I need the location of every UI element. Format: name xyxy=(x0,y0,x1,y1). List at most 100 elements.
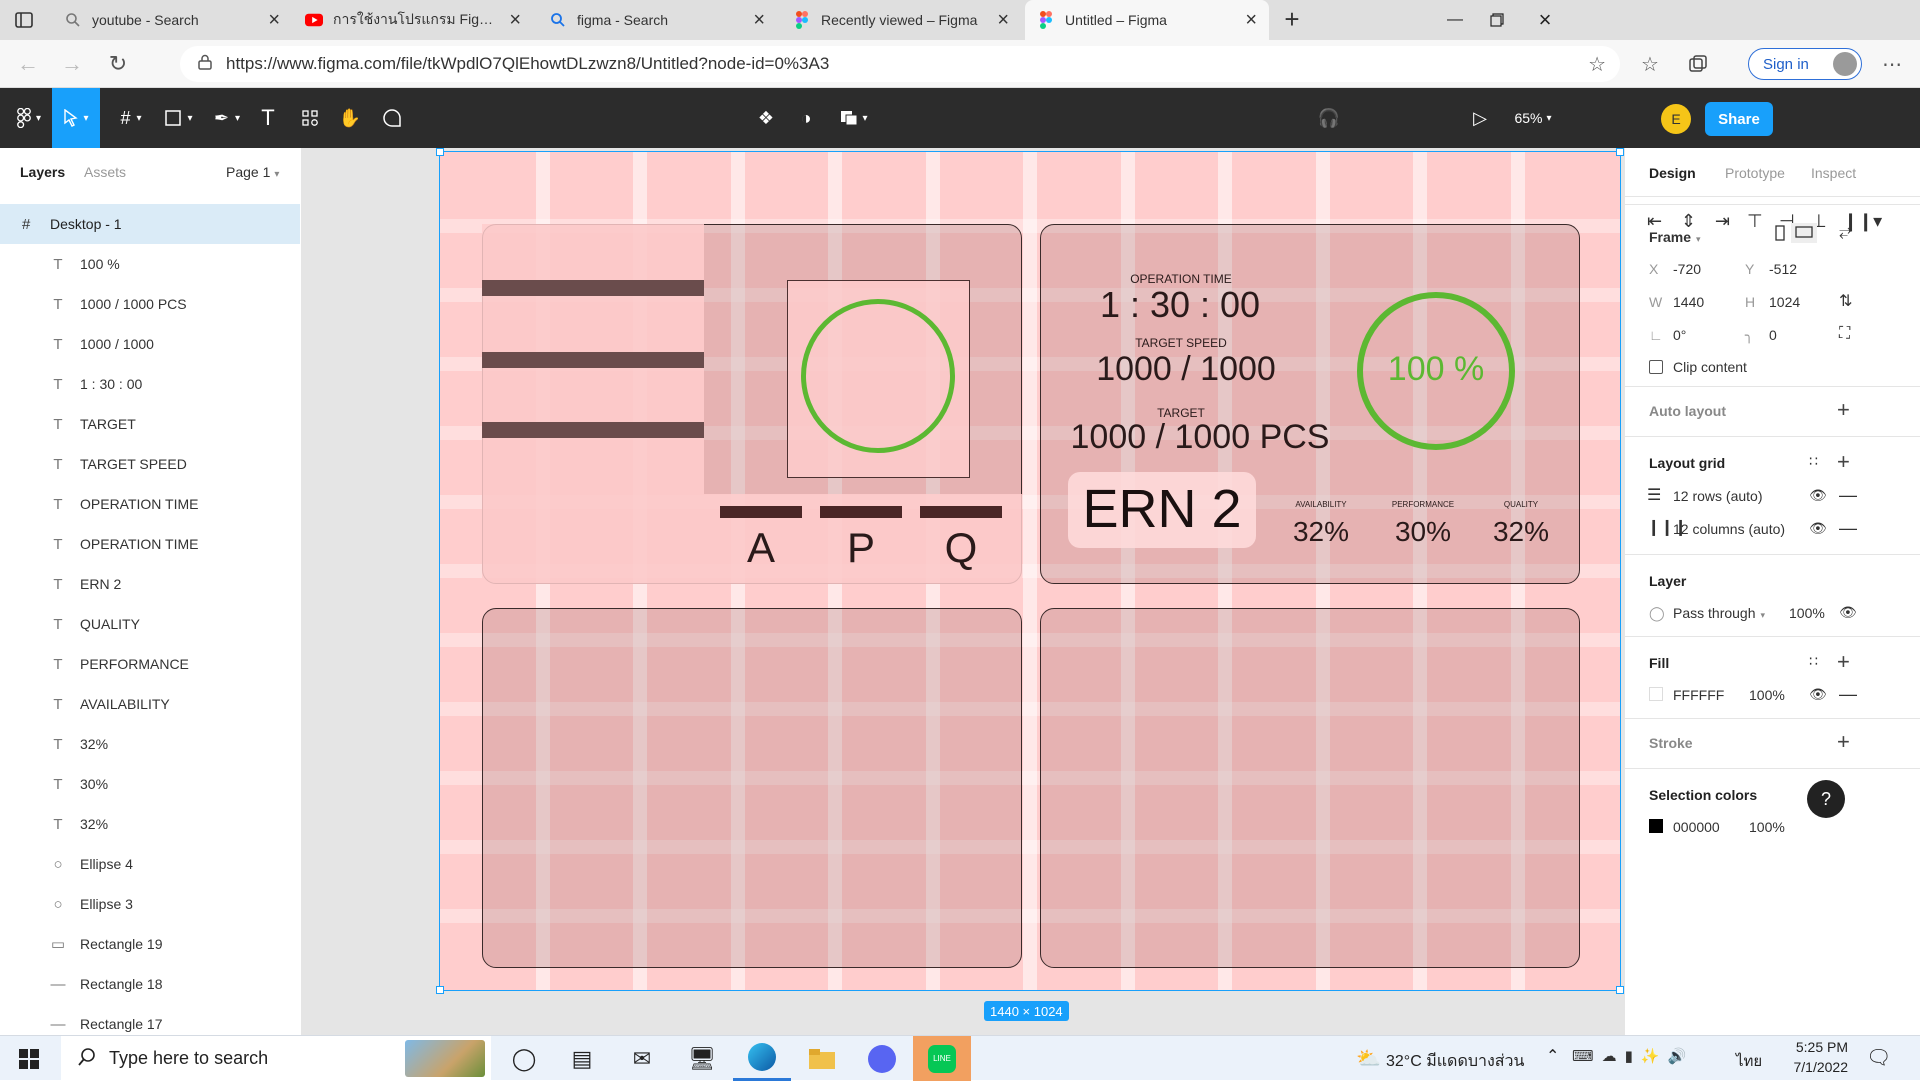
notifications-icon[interactable]: 🗨 xyxy=(1866,1045,1891,1070)
main-menu-icon[interactable]: ▾ xyxy=(6,88,52,148)
tab-inspect[interactable]: Inspect xyxy=(1811,165,1856,181)
language-indicator[interactable]: ไทย xyxy=(1736,1049,1762,1073)
resize-handle-br[interactable] xyxy=(1616,986,1624,994)
close-tab-icon[interactable]: × xyxy=(997,9,1009,32)
w-input[interactable]: 1440 xyxy=(1673,294,1704,310)
weather-text[interactable]: 32°C มีแดดบางส่วน xyxy=(1386,1049,1524,1074)
fill-opacity[interactable]: 100% xyxy=(1749,687,1785,703)
layer-row[interactable]: T AVAILABILITY xyxy=(0,684,300,724)
layer-row[interactable]: T 1000 / 1000 PCS xyxy=(0,284,300,324)
apq-label-a[interactable]: A xyxy=(720,524,802,572)
resize-handle-tr[interactable] xyxy=(1616,148,1624,156)
page-selector[interactable]: Page 1 ▾ xyxy=(226,164,279,180)
task-view-icon[interactable]: ▤ xyxy=(553,1036,611,1081)
fill-hex[interactable]: FFFFFF xyxy=(1673,687,1724,703)
tab-untitled-figma[interactable]: Untitled – Figma × xyxy=(1025,0,1269,40)
favorites-icon[interactable]: ☆ xyxy=(1634,48,1666,80)
text-tool-icon[interactable]: T xyxy=(254,88,282,148)
taskbar-app-icon[interactable]: 🖥 xyxy=(673,1036,731,1081)
layer-row[interactable]: T ERN 2 xyxy=(0,564,300,604)
show-hidden-icons-icon[interactable]: ⌃ xyxy=(1546,1046,1559,1066)
layer-row[interactable]: T TARGET xyxy=(0,404,300,444)
availability-label[interactable]: AVAILABILITY xyxy=(1276,500,1366,509)
add-grid-icon[interactable]: + xyxy=(1837,449,1850,475)
remove-grid-icon[interactable]: — xyxy=(1839,518,1857,539)
eye-icon[interactable]: 👁 xyxy=(1809,520,1827,537)
layer-row[interactable]: T 100 % xyxy=(0,244,300,284)
selection-color-swatch[interactable] xyxy=(1649,819,1663,833)
resize-handle-bl[interactable] xyxy=(436,986,444,994)
selection-opacity[interactable]: 100% xyxy=(1749,819,1785,835)
grid-columns[interactable]: 12 columns (auto) xyxy=(1673,521,1785,537)
share-button[interactable]: Share xyxy=(1705,102,1773,136)
selection-hex[interactable]: 000000 xyxy=(1673,819,1720,835)
layer-row[interactable]: T 32% xyxy=(0,724,300,764)
resize-to-fit-icon[interactable]: ⥂ xyxy=(1839,223,1852,241)
layer-row[interactable]: T 30% xyxy=(0,764,300,804)
remove-fill-icon[interactable]: — xyxy=(1839,684,1857,705)
tab-design[interactable]: Design xyxy=(1649,165,1696,181)
percent-value[interactable]: 100 % xyxy=(1357,350,1515,389)
quality-label[interactable]: QUALITY xyxy=(1476,500,1566,509)
close-tab-icon[interactable]: × xyxy=(509,9,521,32)
frame-tool-icon[interactable]: # ▾ xyxy=(108,88,154,148)
add-favorite-icon[interactable]: ☆ xyxy=(1588,52,1606,77)
layer-row[interactable]: ○ Ellipse 3 xyxy=(0,884,300,924)
layer-row[interactable]: T 32% xyxy=(0,804,300,844)
clock-time[interactable]: 5:25 PM xyxy=(1772,1039,1848,1055)
availability-value[interactable]: 32% xyxy=(1276,516,1366,548)
file-explorer-icon[interactable] xyxy=(793,1036,851,1081)
close-window-icon[interactable]: × xyxy=(1516,0,1574,40)
landscape-icon[interactable] xyxy=(1791,223,1817,243)
desktop-frame[interactable]: A P Q OPERATION TIME 1 : 30 : 00 TARGET … xyxy=(439,151,1621,991)
tab-actions-icon[interactable] xyxy=(12,8,36,32)
layer-row[interactable]: T OPERATION TIME xyxy=(0,524,300,564)
rotation-input[interactable]: 0° xyxy=(1673,327,1686,343)
close-tab-icon[interactable]: × xyxy=(268,9,280,32)
url-input[interactable]: https://www.figma.com/file/tkWpdlO7QlEho… xyxy=(180,46,1620,82)
comment-tool-icon[interactable] xyxy=(378,88,406,148)
new-tab-icon[interactable]: + xyxy=(1276,4,1308,36)
apq-label-p[interactable]: P xyxy=(820,524,902,572)
tab-prototype[interactable]: Prototype xyxy=(1725,165,1785,181)
more-options-icon[interactable]: ⋯ xyxy=(1876,48,1908,80)
resize-handle-tl[interactable] xyxy=(436,148,444,156)
eye-icon[interactable]: 👁 xyxy=(1809,686,1827,703)
x-input[interactable]: -720 xyxy=(1673,261,1701,277)
menu-bar-2[interactable] xyxy=(482,352,704,368)
close-tab-icon[interactable]: × xyxy=(753,9,765,32)
tab-layers[interactable]: Layers xyxy=(20,164,65,180)
grid-rows[interactable]: 12 rows (auto) xyxy=(1673,488,1762,504)
layer-row[interactable]: T 1000 / 1000 xyxy=(0,324,300,364)
operation-time-value[interactable]: 1 : 30 : 00 xyxy=(1080,284,1280,326)
fill-styles-icon[interactable]: ∷ xyxy=(1809,653,1818,670)
edge-icon[interactable] xyxy=(733,1036,791,1081)
layer-row[interactable]: T 1 : 30 : 00 xyxy=(0,364,300,404)
tab-assets[interactable]: Assets xyxy=(84,164,126,180)
layer-row[interactable]: ▭ Rectangle 19 xyxy=(0,924,300,964)
taskbar-search-input[interactable]: Type here to search xyxy=(61,1036,491,1081)
line-icon[interactable]: LINE xyxy=(913,1036,971,1081)
layer-frame[interactable]: # Desktop - 1 xyxy=(0,204,300,244)
close-tab-icon[interactable]: × xyxy=(1245,9,1257,32)
layer-opacity[interactable]: 100% xyxy=(1789,605,1825,621)
add-fill-icon[interactable]: + xyxy=(1837,649,1850,675)
layer-row[interactable]: T PERFORMANCE xyxy=(0,644,300,684)
h-input[interactable]: 1024 xyxy=(1769,294,1800,310)
blend-mode-dropdown[interactable]: Pass through ▾ xyxy=(1673,605,1765,621)
menu-bar-1[interactable] xyxy=(482,280,704,296)
components-icon[interactable]: ❖ xyxy=(752,88,780,148)
tab-figma-search[interactable]: figma - Search × xyxy=(537,0,777,40)
menu-bar-3[interactable] xyxy=(482,422,704,438)
eye-icon[interactable]: 👁 xyxy=(1809,487,1827,504)
layer-row[interactable]: T OPERATION TIME xyxy=(0,484,300,524)
portrait-icon[interactable] xyxy=(1775,225,1785,244)
forward-icon[interactable]: → xyxy=(56,48,88,80)
target-speed-value[interactable]: 1000 / 1000 xyxy=(1066,350,1306,389)
clock-date[interactable]: 7/1/2022 xyxy=(1772,1059,1849,1075)
card-bottom-right[interactable] xyxy=(1040,608,1580,968)
present-icon[interactable]: ▷ xyxy=(1466,88,1494,148)
mask-icon[interactable]: ◑ xyxy=(792,88,820,148)
quality-value[interactable]: 32% xyxy=(1476,516,1566,548)
sign-in-button[interactable]: Sign in xyxy=(1748,48,1862,80)
